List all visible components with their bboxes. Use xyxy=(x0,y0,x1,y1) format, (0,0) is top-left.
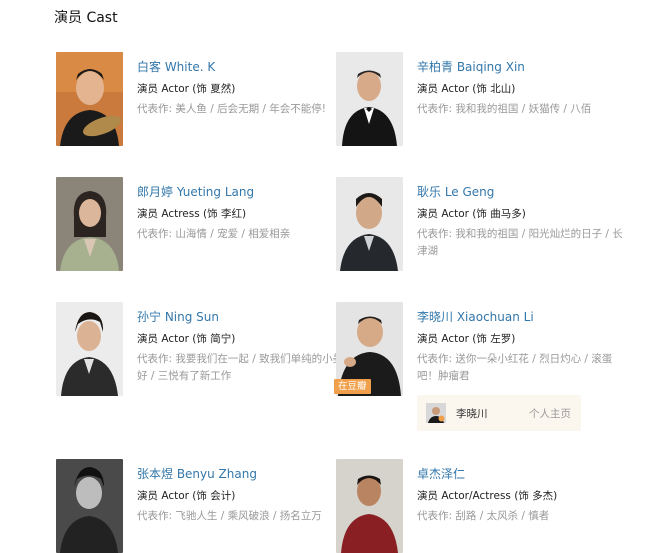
cast-info: 辛柏青 Baiqing Xin 演员 Actor (饰 北山) 代表作: 我和我… xyxy=(417,58,627,118)
cast-info: 卓杰泽仁 演员 Actor/Actress (饰 多杰) 代表作: 刮路 / 太… xyxy=(417,465,627,525)
cast-works: 代表作: 美人鱼 / 后会无期 / 年会不能停! xyxy=(137,103,327,115)
cast-info: 耿乐 Le Geng 演员 Actor (饰 曲马多) 代表作: 我和我的祖国 … xyxy=(417,183,627,260)
cast-name-link[interactable]: 白客 White. K xyxy=(137,58,347,76)
person-popup: 李晓川 个人主页 xyxy=(417,395,581,431)
popup-name: 李晓川 xyxy=(456,408,488,420)
cast-works: 代表作: 飞驰人生 / 乘风破浪 / 扬名立万 xyxy=(137,510,322,522)
cast-role: 演员 Actor (饰 曲马多) xyxy=(417,208,526,220)
cast-works: 代表作: 山海情 / 宠爱 / 相爱相亲 xyxy=(137,228,291,240)
cast-name-link[interactable]: 耿乐 Le Geng xyxy=(417,183,627,201)
cast-role: 演员 Actor (饰 简宁) xyxy=(137,333,236,345)
cast-name-link[interactable]: 郎月婷 Yueting Lang xyxy=(137,183,347,201)
cast-info: 郎月婷 Yueting Lang 演员 Actress (饰 李红) 代表作: … xyxy=(137,183,347,243)
cast-role: 演员 Actor (饰 会计) xyxy=(137,490,236,502)
avatar[interactable] xyxy=(426,403,446,423)
cast-photo[interactable] xyxy=(336,459,403,553)
cast-info: 李晓川 Xiaochuan Li 演员 Actor (饰 左罗) 代表作: 送你… xyxy=(417,308,627,385)
cast-role: 演员 Actor (饰 左罗) xyxy=(417,333,516,345)
cast-name-link[interactable]: 李晓川 Xiaochuan Li xyxy=(417,308,627,326)
cast-works: 代表作: 我要我们在一起 / 致我们单纯的小美好 / 三悦有了新工作 xyxy=(137,353,344,382)
cast-info: 白客 White. K 演员 Actor (饰 夏然) 代表作: 美人鱼 / 后… xyxy=(137,58,347,118)
cast-name-link[interactable]: 张本煜 Benyu Zhang xyxy=(137,465,347,483)
cast-role: 演员 Actress (饰 李红) xyxy=(137,208,247,220)
douban-badge[interactable]: 在豆瓣 xyxy=(334,379,371,394)
section-title: 演员 Cast xyxy=(54,10,118,26)
cast-works: 代表作: 送你一朵小红花 / 烈日灼心 / 滚蛋吧！肿瘤君 xyxy=(417,353,613,382)
cast-works: 代表作: 我和我的祖国 / 妖猫传 / 八佰 xyxy=(417,103,592,115)
cast-name-link[interactable]: 辛柏青 Baiqing Xin xyxy=(417,58,627,76)
cast-works: 代表作: 刮路 / 太风杀 / 慎者 xyxy=(417,510,550,522)
cast-photo[interactable] xyxy=(56,52,123,146)
cast-role: 演员 Actor/Actress (饰 多杰) xyxy=(417,490,558,502)
cast-photo[interactable] xyxy=(336,177,403,271)
cast-works: 代表作: 我和我的祖国 / 阳光灿烂的日子 / 长津湖 xyxy=(417,228,623,257)
cast-info: 孙宁 Ning Sun 演员 Actor (饰 简宁) 代表作: 我要我们在一起… xyxy=(137,308,347,385)
cast-name-link[interactable]: 卓杰泽仁 xyxy=(417,465,627,483)
cast-photo[interactable] xyxy=(56,459,123,553)
cast-role: 演员 Actor (饰 北山) xyxy=(417,83,516,95)
cast-role: 演员 Actor (饰 夏然) xyxy=(137,83,236,95)
cast-info: 张本煜 Benyu Zhang 演员 Actor (饰 会计) 代表作: 飞驰人… xyxy=(137,465,347,525)
cast-name-link[interactable]: 孙宁 Ning Sun xyxy=(137,308,347,326)
cast-photo[interactable] xyxy=(336,52,403,146)
cast-photo[interactable] xyxy=(56,302,123,396)
personal-homepage-link[interactable]: 个人主页 xyxy=(529,406,571,421)
cast-photo[interactable] xyxy=(56,177,123,271)
